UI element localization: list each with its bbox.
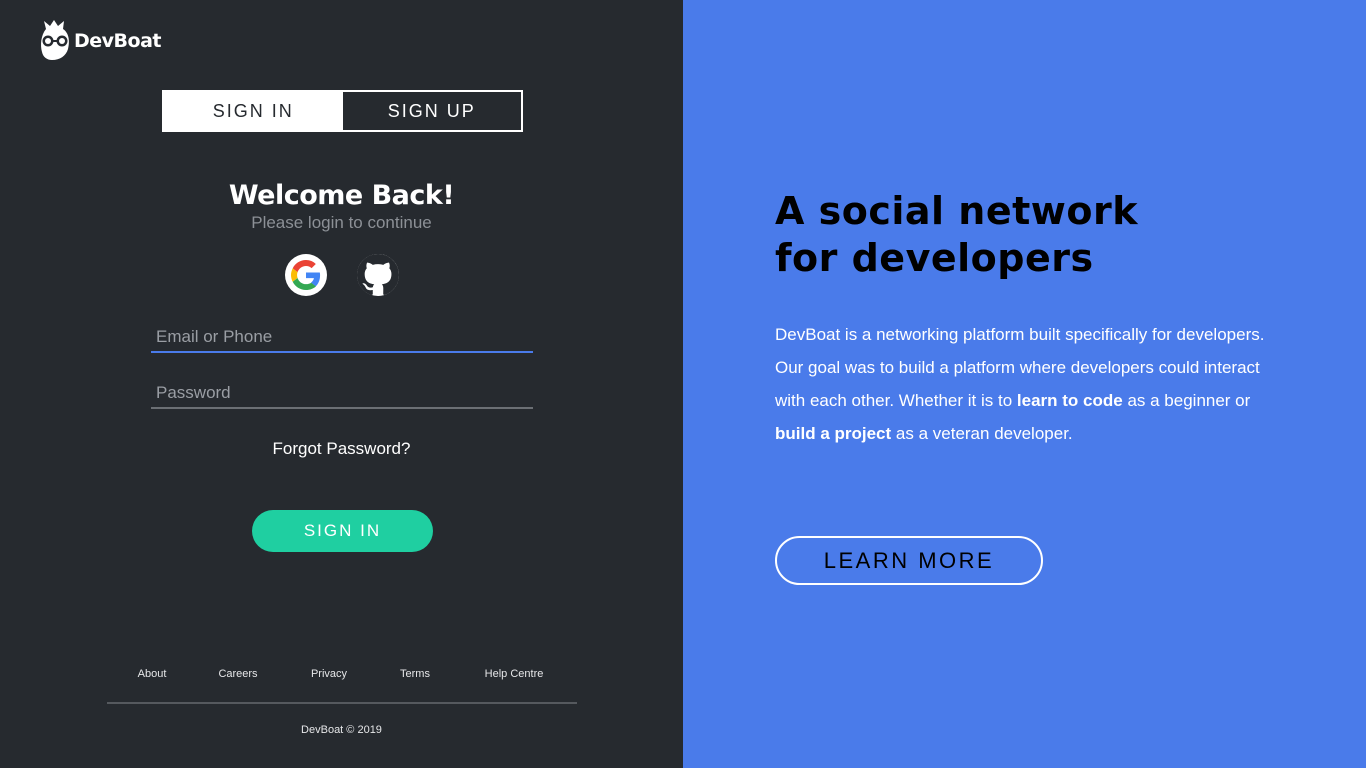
login-title: Welcome Back! bbox=[228, 180, 455, 211]
brand-name: DevBoat bbox=[74, 29, 161, 52]
hero-headline-line2: for developers bbox=[775, 236, 1094, 280]
forgot-password-link[interactable]: Forgot Password? bbox=[0, 439, 683, 459]
auth-tabs: SIGN IN SIGN UP bbox=[162, 90, 523, 132]
google-login-button[interactable] bbox=[285, 254, 327, 296]
footer-divider bbox=[107, 702, 577, 704]
github-icon bbox=[357, 254, 399, 295]
footer-link-privacy[interactable]: Privacy bbox=[311, 668, 347, 680]
hero-description: DevBoat is a networking platform built s… bbox=[775, 318, 1280, 450]
login-panel: DevBoat SIGN IN SIGN UP Welcome Back! Pl… bbox=[0, 0, 683, 768]
hero-description-text-3: as a veteran developer. bbox=[891, 424, 1073, 443]
email-input[interactable] bbox=[151, 323, 533, 351]
footer-link-help-centre[interactable]: Help Centre bbox=[485, 668, 544, 680]
hero-description-bold-2: build a project bbox=[775, 424, 892, 443]
devboat-owl-icon bbox=[41, 20, 69, 60]
footer-link-about[interactable]: About bbox=[138, 668, 167, 680]
google-icon bbox=[291, 260, 321, 290]
learn-more-button[interactable]: LEARN MORE bbox=[775, 536, 1043, 585]
email-underline bbox=[151, 351, 533, 353]
password-input[interactable] bbox=[151, 379, 533, 407]
password-underline bbox=[151, 407, 533, 409]
footer-link-careers[interactable]: Careers bbox=[218, 668, 257, 680]
brand-logo[interactable]: DevBoat bbox=[40, 19, 161, 61]
copyright: DevBoat © 2019 bbox=[301, 724, 382, 736]
tab-sign-up[interactable]: SIGN UP bbox=[343, 92, 522, 130]
email-field-wrapper bbox=[151, 323, 533, 353]
github-login-button[interactable] bbox=[357, 254, 399, 296]
sign-in-button[interactable]: SIGN IN bbox=[252, 510, 433, 552]
hero-description-bold-1: learn to code bbox=[1016, 391, 1123, 410]
password-field-wrapper bbox=[151, 379, 533, 409]
hero-description-text-2: as a beginner or bbox=[1122, 391, 1251, 410]
tab-sign-in[interactable]: SIGN IN bbox=[164, 92, 343, 130]
footer-link-terms[interactable]: Terms bbox=[400, 668, 430, 680]
social-login bbox=[285, 254, 399, 296]
hero-headline-line1: A social network bbox=[775, 189, 1139, 233]
footer-links: About Careers Privacy Terms Help Centre bbox=[0, 668, 683, 684]
login-subtitle: Please login to continue bbox=[251, 213, 432, 232]
hero-headline: A social network for developers bbox=[775, 188, 1295, 282]
